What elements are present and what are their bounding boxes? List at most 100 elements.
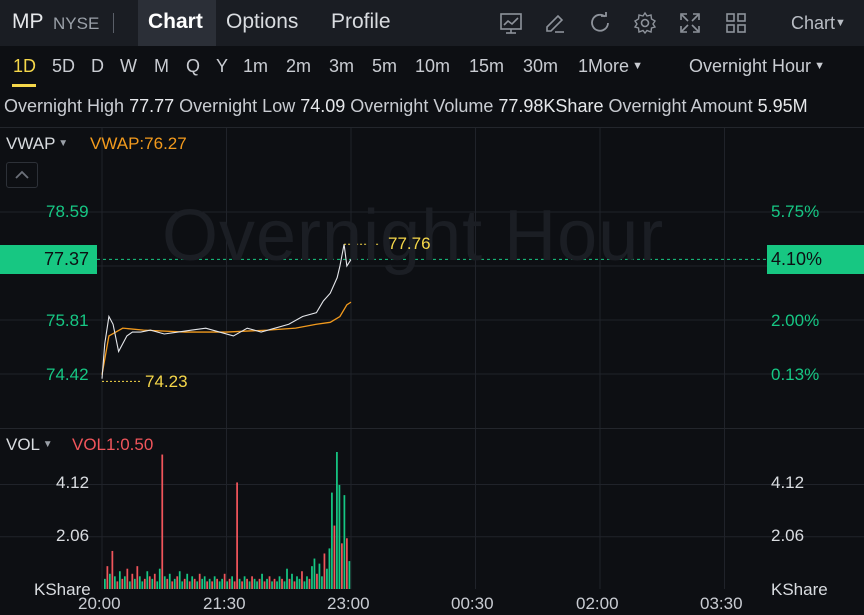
volume-bar — [168, 573, 171, 589]
volume-bar — [238, 578, 241, 589]
volume-bar — [128, 581, 131, 589]
high-marker-label: 77.76 — [388, 234, 431, 253]
x-axis-label: 00:30 — [451, 594, 494, 613]
main-indicator-label: VWAP — [6, 134, 56, 153]
volume-bar — [148, 576, 151, 589]
x-axis-label: 20:00 — [78, 594, 121, 613]
volume-bar — [146, 571, 149, 589]
volume-bar — [138, 576, 141, 589]
volume-bar — [158, 568, 161, 589]
volume-bar — [326, 568, 328, 589]
caret-down-icon: ▼ — [55, 138, 69, 149]
volume-bar — [243, 576, 246, 589]
volume-bar — [183, 578, 186, 589]
volume-bar — [346, 538, 348, 589]
volume-bar — [163, 576, 166, 589]
volume-bar — [186, 573, 189, 589]
volume-bar — [266, 578, 268, 589]
volume-bar — [261, 573, 263, 589]
volume-bar — [323, 553, 326, 589]
current-pct-badge: 4.10% — [767, 245, 864, 274]
volume-bar — [268, 576, 271, 589]
volume-bar — [278, 576, 281, 589]
volume-bar — [293, 581, 296, 589]
volume-bar — [341, 543, 343, 589]
volume-bar — [133, 578, 136, 589]
volume-bar — [191, 576, 194, 589]
volume-bar — [131, 573, 134, 589]
volume-bar — [296, 576, 298, 589]
volume-bar — [271, 581, 273, 589]
volume-bar — [338, 484, 341, 589]
volume-bar — [156, 581, 159, 589]
volume-bar — [151, 578, 154, 589]
volume-bar — [263, 581, 266, 589]
volume-bar — [126, 568, 129, 589]
volume-bar — [273, 578, 276, 589]
volume-bar — [181, 581, 184, 589]
volume-bar — [226, 581, 228, 589]
sub-indicator-label: VOL — [6, 435, 41, 454]
volume-bar — [198, 573, 201, 589]
volume-bar — [306, 576, 308, 589]
price-axis-label: 75.81 — [46, 311, 89, 330]
pct-axis-label: 2.00% — [771, 311, 820, 330]
volume-bar — [206, 581, 209, 589]
volume-bar — [231, 576, 233, 589]
volume-bar — [281, 578, 283, 589]
volume-bar — [241, 581, 243, 589]
volume-bar — [136, 566, 139, 589]
volume-bar — [153, 573, 156, 589]
volume-bar — [213, 576, 216, 589]
volume-bar — [283, 581, 286, 589]
volume-bar — [246, 578, 248, 589]
x-axis-label: 03:30 — [700, 594, 743, 613]
volume-axis-label: 4.12 — [56, 473, 90, 492]
volume-bar — [228, 578, 231, 589]
volume-axis-label: 4.12 — [771, 473, 805, 492]
volume-bar — [118, 571, 121, 589]
volume-bar — [308, 578, 311, 589]
volume-bar — [301, 571, 303, 589]
volume-bar — [311, 566, 313, 589]
sub-indicator-dropdown[interactable]: VOL ▼ — [6, 435, 53, 455]
volume-bar — [166, 578, 169, 589]
volume-bar — [333, 525, 336, 589]
collapse-button[interactable] — [6, 162, 38, 188]
vwap-value: VWAP:76.27 — [90, 134, 187, 153]
volume-bar — [116, 581, 119, 589]
volume-bar — [336, 452, 338, 589]
volume-bar — [201, 578, 204, 589]
volume-bar — [208, 578, 211, 589]
volume-bar — [188, 581, 191, 589]
volume-bar — [171, 581, 174, 589]
volume-bar — [256, 581, 258, 589]
volume-axis-label: 2.06 — [56, 526, 90, 545]
pct-axis-label: 5.75% — [771, 202, 820, 221]
volume-unit-label: KShare — [771, 580, 828, 599]
volume-bar — [298, 578, 301, 589]
volume-bar — [113, 576, 116, 589]
volume-bar — [161, 454, 164, 589]
volume-bar — [143, 578, 146, 589]
current-pct-value: 4.10% — [771, 249, 823, 269]
main-indicator-dropdown[interactable]: VWAP ▼ — [6, 134, 68, 154]
caret-down-icon: ▼ — [40, 439, 53, 450]
volume-bar — [291, 573, 293, 589]
price-axis-label: 78.59 — [46, 202, 89, 221]
volume-bar — [211, 581, 214, 589]
x-axis-label: 21:30 — [203, 594, 246, 613]
volume-bar — [286, 568, 288, 589]
volume-bar — [303, 581, 306, 589]
current-price-value: 77.37 — [44, 249, 90, 269]
divider — [0, 428, 864, 429]
volume-bar — [236, 482, 238, 589]
volume-bar — [253, 578, 256, 589]
volume-bar — [121, 578, 124, 589]
volume-bar — [108, 573, 111, 589]
volume-bar — [111, 550, 114, 589]
chart-canvas[interactable] — [0, 0, 864, 615]
volume-bar — [331, 492, 333, 589]
volume-bar — [176, 576, 179, 589]
volume-bar — [343, 495, 346, 589]
